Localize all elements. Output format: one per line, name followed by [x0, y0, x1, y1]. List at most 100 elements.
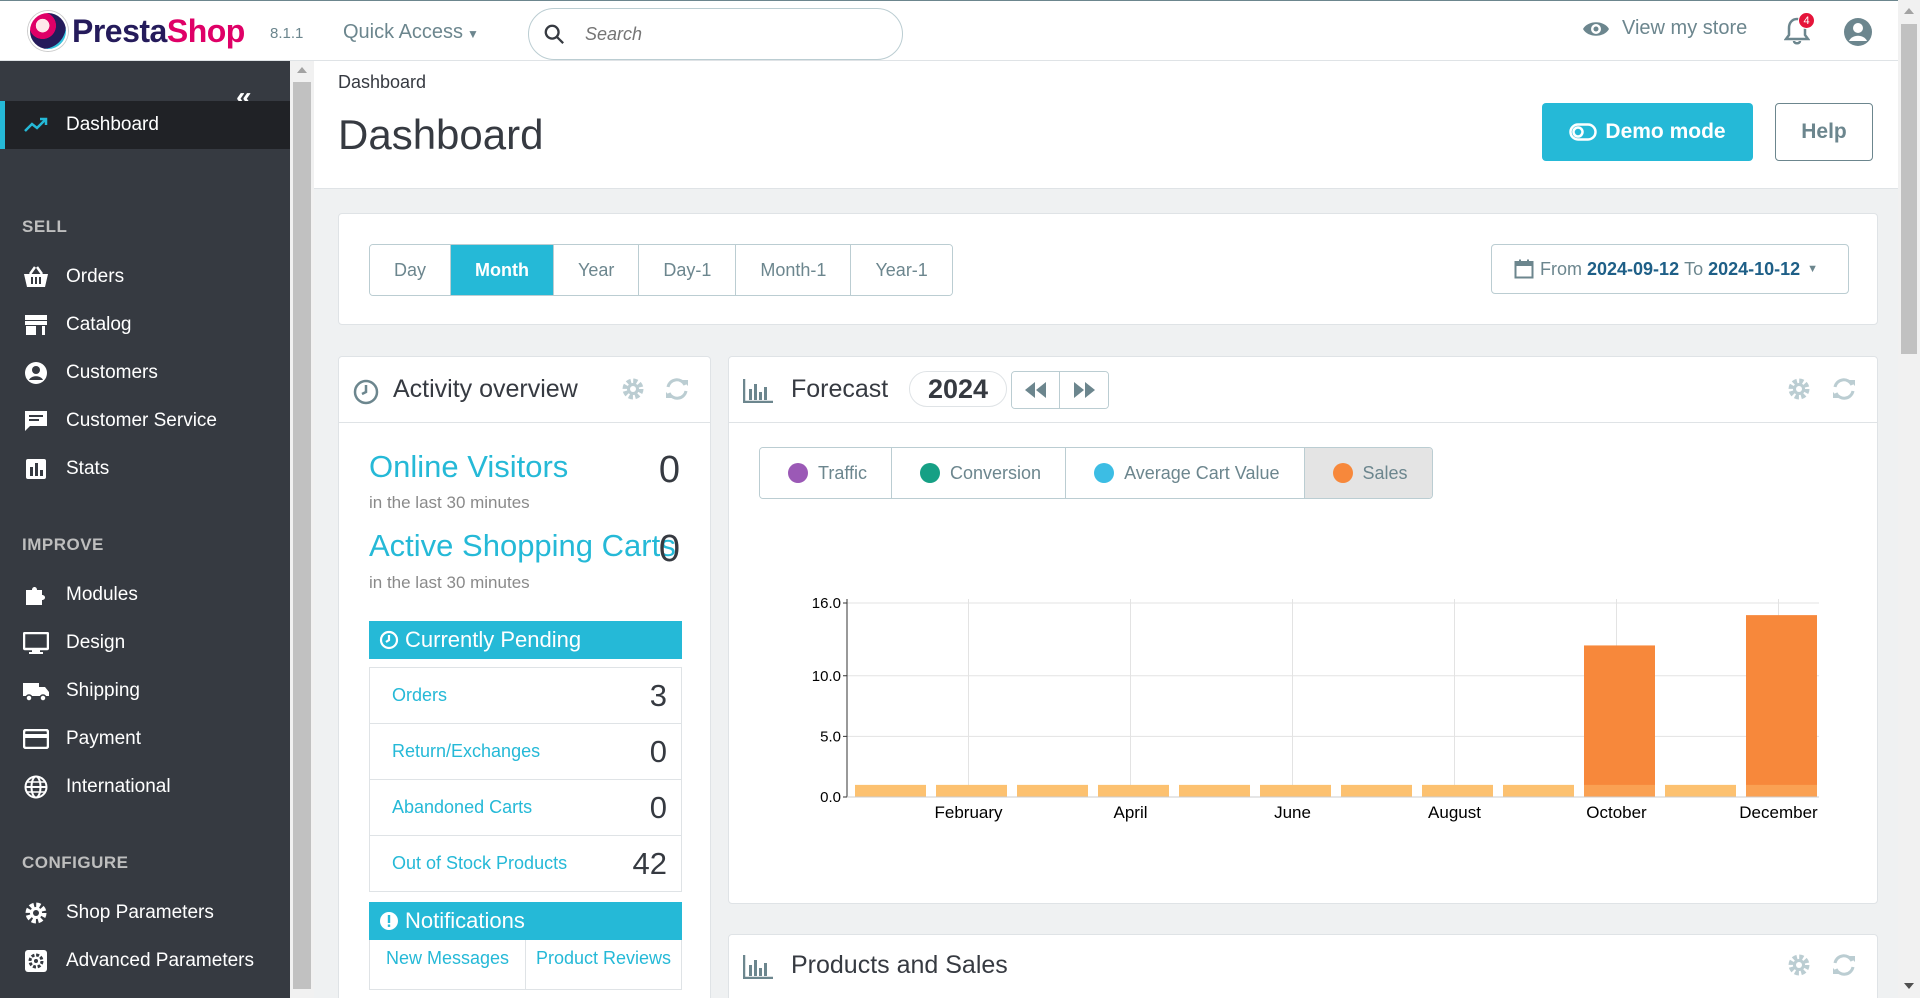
puffin-logo-icon: [28, 11, 68, 51]
refresh-icon[interactable]: [1831, 953, 1857, 977]
sidebar-item-customer-service[interactable]: Customer Service: [0, 397, 290, 445]
pending-label[interactable]: Orders: [392, 685, 447, 706]
sidebar: « Dashboard SELL Orders Catalog Customer…: [0, 61, 290, 998]
pending-label[interactable]: Return/Exchanges: [392, 741, 540, 762]
chart-bar: [1422, 784, 1493, 797]
sidebar-item-payment[interactable]: Payment: [0, 715, 290, 763]
pending-value: 0: [649, 789, 667, 825]
sidebar-item-customers[interactable]: Customers: [0, 349, 290, 397]
sidebar-item-label: Advanced Parameters: [66, 950, 254, 971]
notifications-title: Notifications: [405, 908, 525, 933]
section-improve: IMPROVE: [22, 535, 104, 554]
sidebar-item-label: Customers: [66, 362, 158, 383]
sidebar-item-international[interactable]: International: [0, 763, 290, 811]
sidebar-item-label: Orders: [66, 266, 125, 287]
chart-bar: [1098, 784, 1169, 797]
sidebar-item-label: Payment: [66, 728, 141, 749]
sidebar-item-orders[interactable]: Orders: [0, 253, 290, 301]
page-header: Dashboard Dashboard Demo mode Help: [314, 61, 1898, 189]
view-my-store-link[interactable]: View my store: [1582, 17, 1747, 40]
sidebar-item-label: Stats: [66, 458, 110, 479]
chart-bar: [1341, 784, 1412, 797]
bar-chart-icon: [743, 955, 773, 979]
sidebar-item-label: Customer Service: [66, 410, 217, 431]
sidebar-item-design[interactable]: Design: [0, 619, 290, 667]
currently-pending-header: Currently Pending: [369, 621, 682, 659]
account-button[interactable]: [1843, 17, 1873, 52]
version-label: 8.1.1: [270, 25, 304, 42]
products-sales-title: Products and Sales: [791, 951, 1008, 979]
chart-bar: [1260, 784, 1331, 797]
sidebar-item-shop-parameters[interactable]: Shop Parameters: [0, 889, 290, 937]
breadcrumb[interactable]: Dashboard: [338, 72, 426, 93]
pending-value: 0: [649, 733, 667, 769]
bar-chart-icon: [22, 455, 50, 483]
pending-table: Orders 3 Return/Exchanges 0 Abandoned Ca…: [369, 667, 682, 892]
pending-row-abandoned-carts[interactable]: Abandoned Carts 0: [370, 779, 681, 835]
gear-icon[interactable]: [1787, 953, 1811, 977]
caret-down-icon: ▼: [467, 27, 479, 41]
basket-icon: [22, 263, 50, 291]
scroll-up-arrow-icon[interactable]: [1904, 8, 1914, 14]
clock-icon: [353, 379, 379, 405]
section-sell: SELL: [22, 217, 68, 236]
help-button[interactable]: Help: [1775, 103, 1873, 161]
search-input[interactable]: [585, 22, 885, 46]
main-scrollbar-thumb[interactable]: [1901, 24, 1917, 354]
sidebar-scrollbar[interactable]: [290, 61, 314, 998]
tab-new-messages[interactable]: New Messages: [370, 940, 526, 989]
chart-bar: [1665, 784, 1736, 797]
forecast-bar-chart: 0.0 5.0 10.0 16.0 February April June August Oct…: [812, 595, 1819, 822]
main-scrollbar[interactable]: [1898, 0, 1920, 998]
search-box[interactable]: [528, 8, 903, 60]
chart-bar: [936, 784, 1007, 797]
scroll-down-arrow-icon[interactable]: [1904, 983, 1914, 989]
search-icon: [544, 24, 564, 44]
period-day-button[interactable]: Day: [370, 245, 452, 295]
period-selector: Day Month Year Day-1 Month-1 Year-1: [369, 244, 953, 296]
y-tick-label: 10.0: [812, 668, 841, 685]
logo-text-presta: Presta: [72, 12, 167, 49]
credit-card-icon: [22, 725, 50, 753]
tab-product-reviews[interactable]: Product Reviews: [526, 940, 681, 989]
pending-row-returns[interactable]: Return/Exchanges 0: [370, 723, 681, 779]
chart-bar: [1017, 784, 1088, 797]
sidebar-item-dashboard[interactable]: Dashboard: [0, 101, 290, 149]
online-visitors-value: 0: [658, 449, 680, 491]
pending-label[interactable]: Abandoned Carts: [392, 797, 532, 818]
date-filter-card: Day Month Year Day-1 Month-1 Year-1 From…: [338, 213, 1878, 325]
active-carts-link[interactable]: Active Shopping Carts: [369, 528, 676, 564]
sidebar-item-advanced-parameters[interactable]: Advanced Parameters: [0, 937, 290, 985]
period-month-button[interactable]: Month: [451, 245, 554, 295]
period-year-1-button[interactable]: Year-1: [851, 245, 952, 295]
refresh-icon[interactable]: [664, 377, 690, 401]
quick-access-dropdown[interactable]: Quick Access ▼: [343, 21, 479, 44]
date-range-picker[interactable]: From 2024-09-12 To 2024-10-12 ▼: [1491, 244, 1849, 294]
activity-panel-title: Activity overview: [393, 375, 578, 403]
period-day-1-button[interactable]: Day-1: [639, 245, 737, 295]
sidebar-scrollbar-thumb[interactable]: [293, 82, 311, 989]
prestashop-logo[interactable]: PrestaShop: [28, 11, 245, 51]
top-header: PrestaShop 8.1.1 Quick Access▼ View my s…: [0, 0, 1898, 61]
puzzle-icon: [22, 581, 50, 609]
y-tick-label: 0.0: [820, 789, 841, 806]
online-visitors-link[interactable]: Online Visitors: [369, 449, 568, 485]
notifications-button[interactable]: 4: [1783, 12, 1815, 50]
gear-icon[interactable]: [621, 377, 645, 401]
demo-mode-button[interactable]: Demo mode: [1542, 103, 1753, 161]
sidebar-item-catalog[interactable]: Catalog: [0, 301, 290, 349]
pending-label[interactable]: Out of Stock Products: [392, 853, 567, 874]
notification-count-badge: 4: [1798, 12, 1815, 29]
notification-tabs: New Messages Product Reviews: [369, 940, 682, 990]
calendar-icon: [1514, 259, 1534, 279]
sidebar-item-stats[interactable]: Stats: [0, 445, 290, 493]
x-tick-label: December: [1739, 803, 1818, 822]
period-month-1-button[interactable]: Month-1: [736, 245, 852, 295]
sidebar-item-shipping[interactable]: Shipping: [0, 667, 290, 715]
x-tick-label: October: [1586, 803, 1647, 822]
sidebar-item-modules[interactable]: Modules: [0, 571, 290, 619]
pending-row-orders[interactable]: Orders 3: [370, 667, 681, 723]
period-year-button[interactable]: Year: [554, 245, 640, 295]
scroll-up-arrow-icon[interactable]: [297, 67, 307, 73]
pending-row-out-of-stock[interactable]: Out of Stock Products 42: [370, 835, 681, 891]
